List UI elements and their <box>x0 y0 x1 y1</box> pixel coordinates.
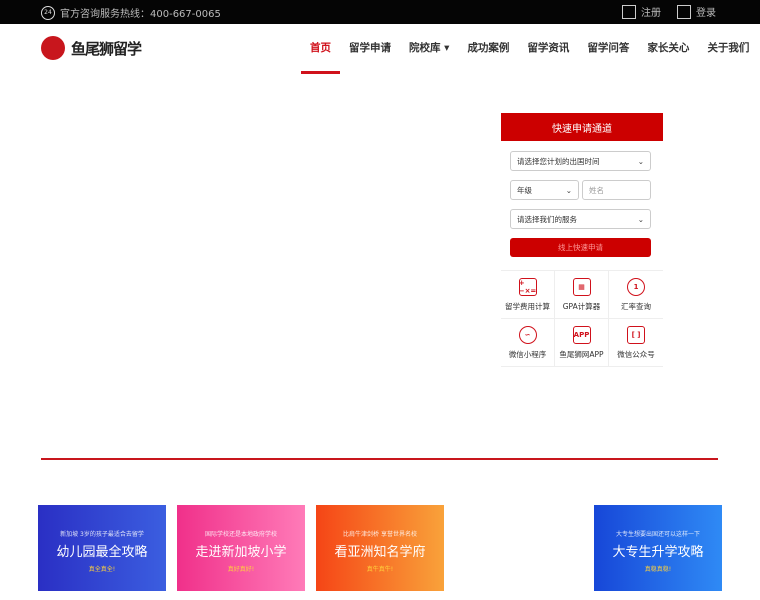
banner-subtitle: 新加坡 3岁的孩子最适合去留学 <box>60 531 144 538</box>
lion-logo-icon <box>41 36 65 60</box>
select-value: 年级 <box>517 185 532 195</box>
banner-kindergarten[interactable]: 新加坡 3岁的孩子最适合去留学幼儿园最全攻略真全真全! <box>38 505 166 591</box>
service-select[interactable]: 请选择我们的服务 ⌄ <box>510 209 651 229</box>
tool-fee-calculator[interactable]: +−×= 留学费用计算 <box>501 271 555 319</box>
nav-home[interactable]: 首页 <box>301 40 340 74</box>
banner-title: 走进新加坡小学 <box>195 545 287 560</box>
banner-tagline: 真好真好! <box>227 566 255 573</box>
banner-subtitle: 国际学校还是本地政府学校 <box>204 531 277 538</box>
calculator-icon: +−×= <box>518 277 537 296</box>
register-link[interactable]: 注册 <box>622 4 661 19</box>
banner-universities[interactable]: 比肩牛津剑桥 享誉世界名校看亚洲知名学府真牛真牛! <box>316 505 444 591</box>
panel-title: 快速申请通道 <box>501 113 663 141</box>
tool-wechat-account[interactable]: [ ] 微信公众号 <box>609 319 663 367</box>
banner-title: 看亚洲知名学府 <box>334 545 426 560</box>
banner-college-upgrade[interactable]: 大专生想要出国还可以这样一下大专生升学攻略真稳真稳! <box>594 505 722 591</box>
exchange-rate-icon: 1 <box>627 277 645 296</box>
tool-label: GPA计算器 <box>562 301 601 311</box>
grade-select[interactable]: 年级 ⌄ <box>510 180 579 200</box>
nav-schools[interactable]: 院校库 ▾ <box>400 40 458 74</box>
login-link[interactable]: 登录 <box>677 4 716 19</box>
submit-button[interactable]: 线上快速申请 <box>510 238 651 257</box>
departure-time-select[interactable]: 请选择您计划的出国时间 ⌄ <box>510 151 651 171</box>
banner-tagline: 真稳真稳! <box>644 566 672 573</box>
banner-title: 幼儿园最全攻略 <box>56 545 148 560</box>
banner-primary-school[interactable]: 国际学校还是本地政府学校走进新加坡小学真好真好! <box>177 505 305 591</box>
login-label: 登录 <box>696 8 716 19</box>
tool-app[interactable]: APP 鱼尾狮网APP <box>555 319 609 367</box>
select-value: 请选择我们的服务 <box>517 214 577 224</box>
banner-tagline: 真全真全! <box>88 566 116 573</box>
select-value: 请选择您计划的出国时间 <box>517 156 600 166</box>
quick-apply-panel: 快速申请通道 请选择您计划的出国时间 ⌄ 年级 ⌄ 姓名 请选择我们的服务 ⌄ 线上快… <box>501 113 663 367</box>
banner-subtitle: 比肩牛津剑桥 享誉世界名校 <box>343 531 417 538</box>
tool-mini-program[interactable]: ∽ 微信小程序 <box>501 319 555 367</box>
phone-24h-icon: 24 <box>41 5 55 20</box>
nav-apply[interactable]: 留学申请 <box>340 40 400 74</box>
edit-icon <box>622 4 636 19</box>
register-label: 注册 <box>641 8 661 19</box>
chevron-down-icon: ⌄ <box>565 185 572 195</box>
nav-cases[interactable]: 成功案例 <box>458 40 518 74</box>
banner-subtitle: 大专生想要出国还可以这样一下 <box>615 531 700 538</box>
tool-label: 鱼尾狮网APP <box>559 349 604 359</box>
logo[interactable]: 鱼尾狮留学 <box>41 36 142 60</box>
nav-about[interactable]: 关于我们 <box>698 40 758 74</box>
tool-label: 微信小程序 <box>508 349 547 359</box>
nav-news[interactable]: 留学资讯 <box>518 40 578 74</box>
scan-icon: [ ] <box>627 325 645 344</box>
name-input[interactable]: 姓名 <box>582 180 651 200</box>
mini-program-icon: ∽ <box>518 325 537 344</box>
chevron-down-icon: ⌄ <box>637 156 644 166</box>
input-placeholder: 姓名 <box>589 185 604 195</box>
tool-label: 留学费用计算 <box>505 301 550 311</box>
top-bar: 24 官方咨询服务热线：400-667-0065 注册 登录 <box>0 0 760 24</box>
nav-qa[interactable]: 留学问答 <box>578 40 638 74</box>
nav-parents[interactable]: 家长关心 <box>638 40 698 74</box>
banner-title: 大专生升学攻略 <box>612 545 704 560</box>
gpa-calculator-icon: ▦ <box>572 277 591 296</box>
chevron-down-icon: ⌄ <box>637 214 644 224</box>
main-nav: 首页 留学申请 院校库 ▾ 成功案例 留学资讯 留学问答 家长关心 关于我们 <box>301 40 758 74</box>
tool-label: 汇率查询 <box>621 301 651 311</box>
login-icon <box>677 4 691 19</box>
tool-gpa-calculator[interactable]: ▦ GPA计算器 <box>555 271 609 319</box>
app-icon: APP <box>572 325 591 344</box>
tool-label: 微信公众号 <box>617 349 655 359</box>
banner-tagline: 真牛真牛! <box>366 566 394 573</box>
hotline-text: 官方咨询服务热线：400-667-0065 <box>60 9 221 20</box>
section-divider <box>41 458 718 460</box>
logo-text: 鱼尾狮留学 <box>71 39 142 58</box>
tool-exchange-rate[interactable]: 1 汇率查询 <box>609 271 663 319</box>
